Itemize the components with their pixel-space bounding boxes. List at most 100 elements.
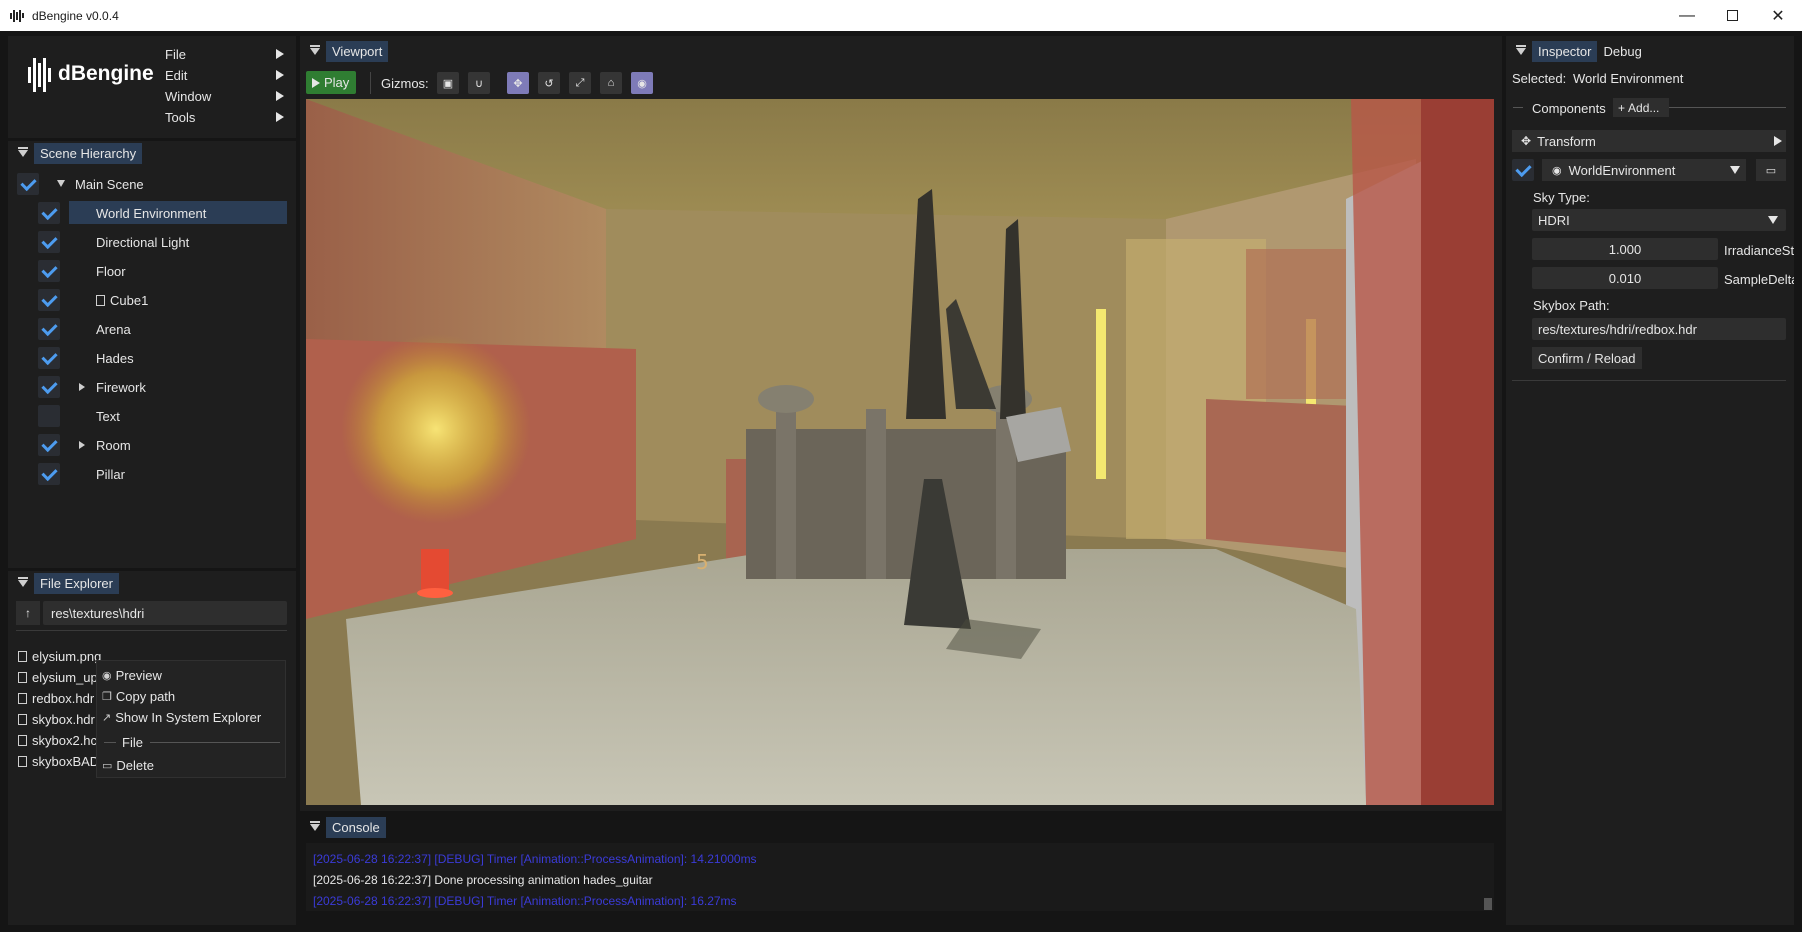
scrollbar[interactable] — [1484, 898, 1492, 910]
rotate-icon[interactable]: ↺ — [538, 72, 560, 94]
tree-item-checkbox[interactable] — [38, 434, 60, 456]
tree-root-label[interactable]: Main Scene — [75, 177, 144, 192]
context-preview[interactable]: ◉ Preview — [102, 668, 162, 683]
context-show-in-explorer[interactable]: ↗ Show In System Explorer — [102, 710, 261, 725]
menu-file[interactable]: File — [165, 47, 186, 62]
console-line: [2025-06-28 16:22:37] [DEBUG] Timer [Ani… — [313, 852, 757, 866]
path-field[interactable]: res\textures\hdri — [43, 601, 287, 625]
expand-icon[interactable] — [57, 180, 65, 187]
menu-tools[interactable]: Tools — [165, 110, 195, 125]
menu-edit[interactable]: Edit — [165, 68, 187, 83]
tree-item-room[interactable]: Room — [96, 438, 131, 453]
file-item[interactable]: skybox.hdr — [18, 712, 95, 727]
menu-file-arrow-icon — [276, 49, 284, 59]
confirm-reload-button[interactable]: Confirm / Reload — [1532, 347, 1642, 369]
file-item[interactable]: skyboxBAD — [18, 754, 99, 769]
tree-item-checkbox[interactable] — [38, 405, 60, 427]
separator — [104, 742, 116, 743]
tree-item-arena[interactable]: Arena — [96, 322, 131, 337]
tree-item-firework[interactable]: Firework — [96, 380, 146, 395]
tree-item-checkbox[interactable] — [38, 318, 60, 340]
minimize-button[interactable]: — — [1664, 0, 1710, 31]
collapse-icon[interactable] — [1516, 44, 1526, 55]
close-button[interactable]: ✕ — [1755, 0, 1801, 31]
selected-label: Selected: — [1512, 71, 1567, 86]
collapse-icon[interactable] — [18, 576, 28, 587]
maximize-button[interactable] — [1709, 0, 1755, 31]
tab-scene-hierarchy[interactable]: Scene Hierarchy — [34, 142, 143, 164]
tab-console[interactable]: Console — [326, 816, 386, 838]
selected-value: World Environment — [1573, 71, 1684, 86]
console-tabbar: Console — [302, 815, 386, 839]
tab-inspector[interactable]: Inspector — [1532, 40, 1598, 62]
file-item[interactable]: elysium.png — [18, 649, 101, 664]
tree-item-checkbox[interactable] — [38, 376, 60, 398]
play-button[interactable]: Play — [306, 71, 356, 94]
expand-icon[interactable] — [79, 383, 85, 391]
plus-icon: + — [1618, 100, 1626, 115]
expand-icon[interactable] — [79, 441, 85, 449]
tree-item-checkbox[interactable] — [38, 463, 60, 485]
tab-file-explorer[interactable]: File Explorer — [34, 572, 119, 594]
globe-icon: ◉ — [1552, 164, 1562, 177]
file-item[interactable]: elysium_up — [18, 670, 98, 685]
file-item[interactable]: skybox2.hc — [18, 733, 97, 748]
external-link-icon: ↗ — [102, 712, 112, 724]
menu-window-arrow-icon — [276, 91, 284, 101]
tab-debug[interactable]: Debug — [1597, 41, 1647, 62]
scale-icon[interactable]: ⤢ — [569, 72, 591, 94]
tree-item-cube1[interactable]: Cube1 — [110, 293, 148, 308]
sample-delta-label: SampleDelta — [1724, 272, 1794, 287]
magnet-icon[interactable]: ∪ — [468, 72, 490, 94]
transform-header[interactable]: ✥ Transform — [1512, 130, 1786, 152]
tree-item-world-environment[interactable]: World Environment — [96, 206, 206, 221]
file-icon — [18, 756, 27, 767]
file-icon — [18, 714, 27, 725]
globe-icon[interactable]: ◉ — [631, 72, 653, 94]
home-icon[interactable]: ⌂ — [600, 72, 622, 94]
window-title: dBengine v0.0.4 — [32, 8, 119, 23]
sample-delta-field[interactable]: 0.010 — [1532, 267, 1718, 289]
cube-icon[interactable]: ▣ — [437, 72, 459, 94]
sky-type-select[interactable]: HDRI — [1532, 209, 1786, 231]
tree-item-floor[interactable]: Floor — [96, 264, 126, 279]
separator — [1669, 107, 1786, 108]
menu-window[interactable]: Window — [165, 89, 211, 104]
collapse-icon[interactable] — [310, 820, 320, 831]
file-item[interactable]: redbox.hdr — [18, 691, 94, 706]
tree-item-text[interactable]: Text — [96, 409, 120, 424]
component-header[interactable]: ◉ WorldEnvironment — [1542, 159, 1746, 181]
irradiance-field[interactable]: 1.000 — [1532, 238, 1718, 260]
tab-viewport[interactable]: Viewport — [326, 40, 389, 62]
image-file-icon — [18, 651, 27, 662]
tree-item-checkbox[interactable] — [38, 347, 60, 369]
move-icon[interactable]: ✥ — [507, 72, 529, 94]
collapse-icon[interactable] — [18, 146, 28, 157]
tree-item-checkbox[interactable] — [38, 202, 60, 224]
collapse-icon[interactable] — [310, 44, 320, 55]
context-delete[interactable]: ▭ Delete — [102, 758, 154, 773]
tree-item-checkbox[interactable] — [38, 260, 60, 282]
eye-icon: ◉ — [102, 670, 112, 682]
divider — [1512, 380, 1786, 381]
context-copy-path[interactable]: ❐ Copy path — [102, 689, 175, 704]
up-folder-button[interactable]: ↑ — [16, 601, 40, 625]
toolbar-separator — [370, 72, 371, 94]
add-component-button[interactable]: + Add... — [1613, 98, 1669, 117]
skybox-path-label: Skybox Path: — [1533, 298, 1610, 313]
skybox-path-input[interactable]: res/textures/hdri/redbox.hdr — [1532, 318, 1786, 340]
app-icon — [10, 9, 26, 23]
component-enabled-checkbox[interactable] — [1512, 159, 1534, 181]
trash-icon[interactable]: ▭ — [1756, 159, 1786, 181]
tree-item-checkbox[interactable] — [38, 231, 60, 253]
viewport-canvas[interactable]: 5 — [306, 99, 1494, 805]
tree-item-hades[interactable]: Hades — [96, 351, 134, 366]
tree-item-checkbox[interactable] — [38, 289, 60, 311]
components-label: Components — [1532, 101, 1606, 116]
tree-item-directional-light[interactable]: Directional Light — [96, 235, 189, 250]
logo-text: dBengine — [58, 62, 154, 85]
collapse-icon — [1730, 166, 1740, 174]
file-icon — [18, 693, 27, 704]
main-scene-checkbox[interactable] — [17, 173, 39, 195]
tree-item-pillar[interactable]: Pillar — [96, 467, 125, 482]
